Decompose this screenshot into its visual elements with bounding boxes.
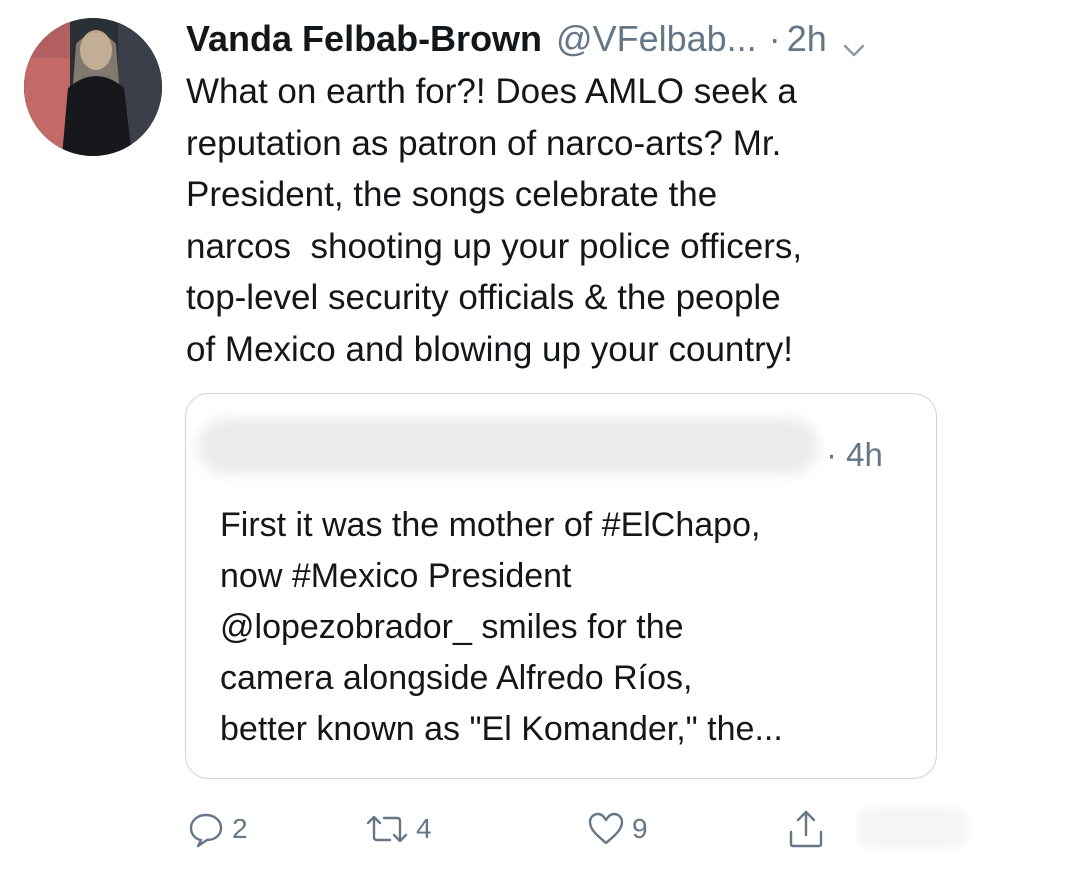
redacted-author-area <box>198 418 818 474</box>
quoted-text-line: better known as "El Komander," the... <box>220 710 783 748</box>
share-upload-icon <box>786 808 826 850</box>
author-handle[interactable]: @VFelbab... <box>556 14 757 64</box>
tweet-text-line: of Mexico and blowing up your country! <box>186 329 793 369</box>
tweet-text-line: narcos shooting up your police officers, <box>186 226 803 266</box>
reply-count: 2 <box>232 813 248 844</box>
heart-icon <box>586 809 626 849</box>
avatar[interactable] <box>24 18 162 156</box>
avatar-photo <box>24 18 162 156</box>
redacted-area <box>858 808 968 848</box>
retweet-count: 4 <box>416 813 432 844</box>
tweet: Vanda Felbab-Brown @VFelbab... · 2h What… <box>0 0 1070 878</box>
author-name[interactable]: Vanda Felbab-Brown <box>186 14 542 64</box>
tweet-text-line: President, the songs celebrate the <box>186 175 718 214</box>
tweet-text-line: top-level security officials & the peopl… <box>186 278 781 317</box>
tweet-text: What on earth for?! Does AMLO seek a rep… <box>186 66 946 375</box>
tweet-header: Vanda Felbab-Brown @VFelbab... · 2h <box>186 14 867 64</box>
quoted-text-line: @lopezobrador_ smiles for the <box>220 608 684 646</box>
share-button[interactable] <box>786 804 826 854</box>
tweet-timestamp[interactable]: 2h <box>787 14 827 64</box>
tweet-text-line: What on earth for?! Does AMLO seek a <box>186 72 797 111</box>
chevron-down-icon[interactable] <box>841 26 867 57</box>
quoted-text-line: camera alongside Alfredo Ríos, <box>220 659 693 697</box>
quoted-tweet-text: First it was the mother of #ElChapo, now… <box>220 500 920 755</box>
separator-dot: · <box>768 18 781 59</box>
quoted-text-line: First it was the mother of #ElChapo, <box>220 506 761 544</box>
like-count: 9 <box>632 813 648 844</box>
speech-bubble-icon <box>186 809 226 849</box>
reply-button[interactable]: 2 <box>186 804 248 854</box>
retweet-arrows-icon <box>364 809 410 849</box>
quoted-tweet-timestamp: · 4h <box>826 436 883 473</box>
retweet-button[interactable]: 4 <box>364 804 432 854</box>
like-button[interactable]: 9 <box>586 804 648 854</box>
quoted-tweet-card[interactable]: · 4h First it was the mother of #ElChapo… <box>185 393 937 779</box>
tweet-text-line: reputation as patron of narco-arts? Mr. <box>186 123 782 163</box>
quoted-text-line: now #Mexico President <box>220 557 572 595</box>
